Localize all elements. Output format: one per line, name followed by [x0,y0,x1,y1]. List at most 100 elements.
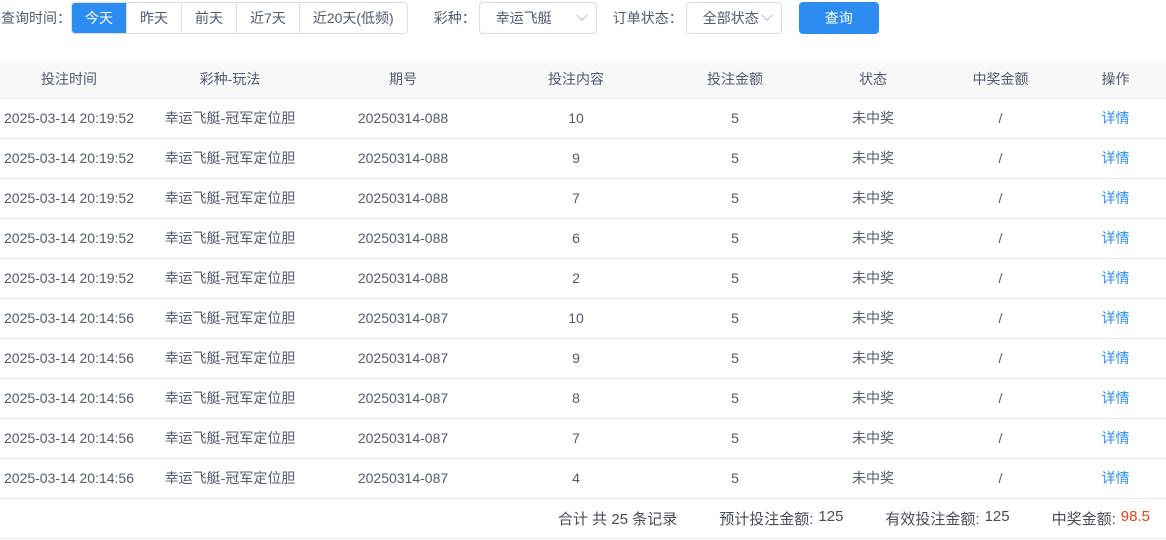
cell-content: 9 [490,138,662,178]
cell-game: 幸运飞艇-冠军定位胆 [144,298,316,338]
cell-issue: 20250314-087 [316,418,490,458]
cell-content: 10 [490,298,662,338]
cell-time: 2025-03-14 20:14:56 [0,378,144,418]
cell-time: 2025-03-14 20:19:52 [0,138,144,178]
order-status-select-value: 全部状态 [703,8,759,28]
cell-action: 详情 [1063,218,1166,258]
column-header: 彩种-玩法 [144,60,316,98]
time-filter-option-1[interactable]: 昨天 [126,3,181,33]
cell-content: 10 [490,98,662,138]
lottery-label: 彩种： [434,2,476,34]
cell-time: 2025-03-14 20:19:52 [0,98,144,138]
cell-action: 详情 [1063,378,1166,418]
cell-prize: / [938,178,1063,218]
summary-expected-amount: 预计投注金额: 125 [719,508,843,529]
search-button[interactable]: 查询 [799,2,879,34]
cell-prize: / [938,378,1063,418]
detail-link[interactable]: 详情 [1102,150,1130,166]
cell-content: 7 [490,418,662,458]
cell-amount: 5 [662,218,808,258]
table-row: 2025-03-14 20:19:52幸运飞艇-冠军定位胆20250314-08… [0,218,1166,258]
cell-time: 2025-03-14 20:19:52 [0,218,144,258]
cell-amount: 5 [662,138,808,178]
cell-issue: 20250314-088 [316,98,490,138]
table-row: 2025-03-14 20:19:52幸运飞艇-冠军定位胆20250314-08… [0,98,1166,138]
cell-time: 2025-03-14 20:14:56 [0,458,144,498]
cell-time: 2025-03-14 20:19:52 [0,258,144,298]
win-amount-value: 98.5 [1121,508,1150,529]
cell-status: 未中奖 [808,418,938,458]
column-header: 期号 [316,60,490,98]
chevron-down-icon [761,10,772,21]
cell-action: 详情 [1063,178,1166,218]
summary-total: 合计 共 25 条记录 [558,508,677,529]
cell-action: 详情 [1063,418,1166,458]
table-row: 2025-03-14 20:19:52幸运飞艇-冠军定位胆20250314-08… [0,178,1166,218]
time-filter-option-4[interactable]: 近20天(低频) [299,3,407,33]
detail-link[interactable]: 详情 [1102,350,1130,366]
cell-time: 2025-03-14 20:14:56 [0,298,144,338]
column-header: 状态 [808,60,938,98]
valid-amount-value: 125 [985,508,1010,529]
cell-action: 详情 [1063,258,1166,298]
detail-link[interactable]: 详情 [1102,190,1130,206]
table-row: 2025-03-14 20:14:56幸运飞艇-冠军定位胆20250314-08… [0,378,1166,418]
cell-action: 详情 [1063,298,1166,338]
cell-action: 详情 [1063,338,1166,378]
summary-valid-amount: 有效投注金额: 125 [885,508,1009,529]
cell-status: 未中奖 [808,98,938,138]
summary-bar: 合计 共 25 条记录 预计投注金额: 125 有效投注金额: 125 中奖金额… [0,499,1166,539]
cell-status: 未中奖 [808,178,938,218]
detail-link[interactable]: 详情 [1102,270,1130,286]
cell-status: 未中奖 [808,218,938,258]
cell-amount: 5 [662,298,808,338]
win-amount-label: 中奖金额: [1052,508,1116,529]
cell-content: 6 [490,218,662,258]
cell-game: 幸运飞艇-冠军定位胆 [144,418,316,458]
expected-amount-label: 预计投注金额: [719,508,813,529]
cell-amount: 5 [662,378,808,418]
table-row: 2025-03-14 20:14:56幸运飞艇-冠军定位胆20250314-08… [0,418,1166,458]
column-header: 投注内容 [490,60,662,98]
detail-link[interactable]: 详情 [1102,230,1130,246]
table-row: 2025-03-14 20:14:56幸运飞艇-冠军定位胆20250314-08… [0,458,1166,498]
cell-game: 幸运飞艇-冠军定位胆 [144,138,316,178]
cell-status: 未中奖 [808,138,938,178]
cell-game: 幸运飞艇-冠军定位胆 [144,98,316,138]
cell-issue: 20250314-088 [316,178,490,218]
cell-prize: / [938,138,1063,178]
time-filter-option-2[interactable]: 前天 [181,3,236,33]
detail-link[interactable]: 详情 [1102,430,1130,446]
cell-prize: / [938,98,1063,138]
orders-table: 投注时间彩种-玩法期号投注内容投注金额状态中奖金额操作 2025-03-14 2… [0,60,1166,499]
table-row: 2025-03-14 20:19:52幸运飞艇-冠军定位胆20250314-08… [0,138,1166,178]
cell-content: 8 [490,378,662,418]
summary-win-amount: 中奖金额: 98.5 [1052,508,1150,529]
filter-bar: 查询时间： 今天昨天前天近7天近20天(低频) 彩种： 幸运飞艇 订单状态： 全… [0,0,1166,60]
detail-link[interactable]: 详情 [1102,310,1130,326]
cell-game: 幸运飞艇-冠军定位胆 [144,258,316,298]
table-body: 2025-03-14 20:19:52幸运飞艇-冠军定位胆20250314-08… [0,98,1166,498]
column-header: 投注金额 [662,60,808,98]
detail-link[interactable]: 详情 [1102,470,1130,486]
detail-link[interactable]: 详情 [1102,390,1130,406]
cell-amount: 5 [662,178,808,218]
cell-issue: 20250314-088 [316,258,490,298]
cell-prize: / [938,218,1063,258]
cell-time: 2025-03-14 20:19:52 [0,178,144,218]
table-row: 2025-03-14 20:14:56幸运飞艇-冠军定位胆20250314-08… [0,338,1166,378]
column-header: 中奖金额 [938,60,1063,98]
time-filter-option-0[interactable]: 今天 [72,3,126,33]
detail-link[interactable]: 详情 [1102,110,1130,126]
cell-issue: 20250314-087 [316,378,490,418]
cell-status: 未中奖 [808,458,938,498]
time-filter-option-3[interactable]: 近7天 [236,3,299,33]
cell-action: 详情 [1063,98,1166,138]
cell-content: 9 [490,338,662,378]
lottery-select[interactable]: 幸运飞艇 [479,2,597,34]
table-header-row: 投注时间彩种-玩法期号投注内容投注金额状态中奖金额操作 [0,60,1166,98]
cell-issue: 20250314-087 [316,298,490,338]
cell-content: 7 [490,178,662,218]
order-status-select[interactable]: 全部状态 [686,2,782,34]
cell-prize: / [938,298,1063,338]
